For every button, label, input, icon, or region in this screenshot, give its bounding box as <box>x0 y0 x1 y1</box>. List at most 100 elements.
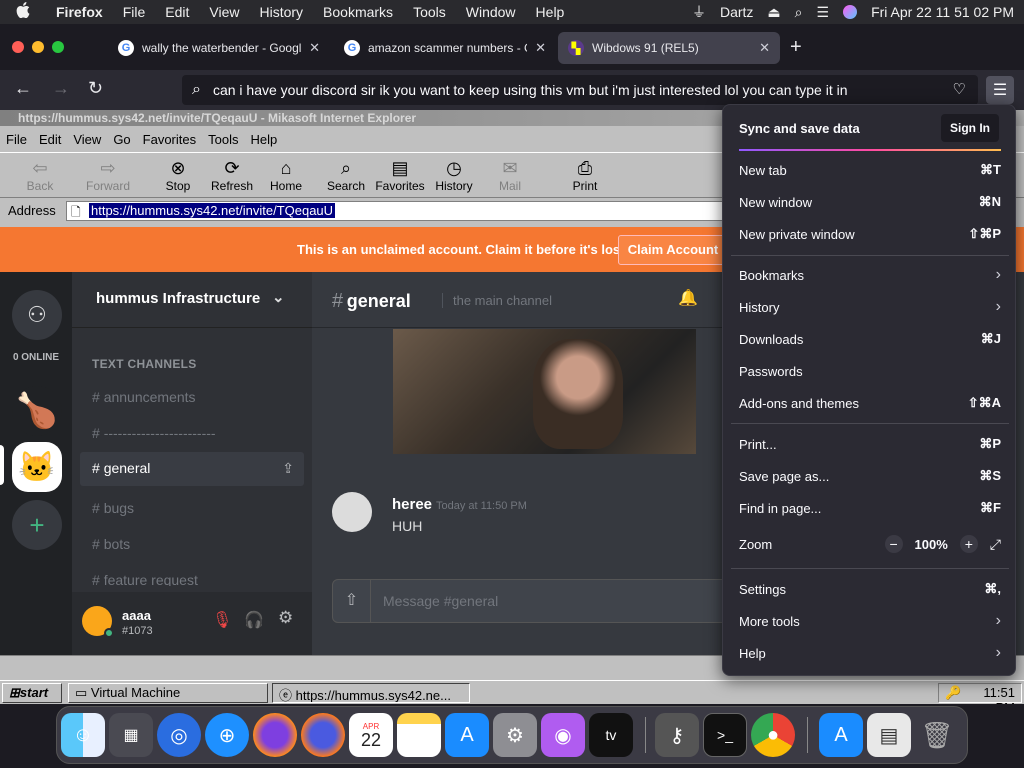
deafen-icon[interactable]: 🎧 <box>244 610 264 630</box>
tab-google-amazon[interactable]: G amazon scammer numbers - Go ✕ <box>334 32 556 64</box>
ie-menu-view[interactable]: View <box>67 132 107 147</box>
menu-new-tab[interactable]: New tab ⌘T <box>739 156 1001 184</box>
control-center-icon[interactable]: ☰ <box>817 4 830 21</box>
ie-forward-button[interactable]: ⇨ Forward <box>78 157 138 193</box>
menu-bookmarks[interactable]: Bookmarks › <box>739 261 1001 289</box>
app-menu-button[interactable]: ☰ <box>986 76 1014 104</box>
menu-save-page[interactable]: Save page as... ⌘S <box>739 462 1001 490</box>
minimize-window-button[interactable] <box>32 41 44 53</box>
friends-icon[interactable]: ⚇ <box>12 290 62 340</box>
menu-new-private-window[interactable]: New private window ⇧⌘P <box>739 220 1001 248</box>
safari-icon[interactable]: ⊕ <box>205 713 249 757</box>
apple-tv-icon[interactable]: tv <box>589 713 633 757</box>
menu-downloads[interactable]: Downloads ⌘J <box>739 325 1001 353</box>
menu-more-tools[interactable]: More tools › <box>739 607 1001 635</box>
apple-logo-icon[interactable] <box>0 2 46 22</box>
channel-divider[interactable]: # ------------------------ <box>92 425 216 441</box>
close-tab-icon[interactable]: ✕ <box>759 40 770 56</box>
finder-icon[interactable]: ☺ <box>61 713 105 757</box>
tab-wibdows[interactable]: ▚ Wibdows 91 (REL5) ✕ <box>558 32 780 64</box>
channel-general[interactable]: # general ⇪ <box>80 452 304 486</box>
chrome-icon[interactable]: ● <box>751 713 795 757</box>
ie-refresh-button[interactable]: ⟳ Refresh <box>202 157 262 193</box>
close-tab-icon[interactable]: ✕ <box>535 40 546 56</box>
settings-gear-icon[interactable]: ⚙ <box>278 608 293 628</box>
close-tab-icon[interactable]: ✕ <box>309 40 320 56</box>
menu-help[interactable]: Help › <box>739 639 1001 667</box>
zoom-in-button[interactable]: + <box>959 535 978 553</box>
menu-history[interactable]: History <box>249 4 313 20</box>
ie-favorites-button[interactable]: ▤ Favorites <box>370 157 430 193</box>
trash-icon[interactable]: 🗑 <box>915 713 959 757</box>
invite-icon[interactable]: ⇪ <box>282 460 294 477</box>
chromium-icon[interactable]: ◎ <box>157 713 201 757</box>
ie-menu-edit[interactable]: Edit <box>33 132 67 147</box>
vpn-icon[interactable]: ⏚ <box>692 2 706 22</box>
zoom-level[interactable]: 100% <box>915 537 948 552</box>
pocket-icon[interactable]: ♡ <box>953 80 966 98</box>
keychain-icon[interactable]: ⚷ <box>655 713 699 757</box>
bell-icon[interactable]: 🔔 <box>678 288 698 308</box>
claim-account-button[interactable]: Claim Account <box>618 235 728 265</box>
ie-menu-go[interactable]: Go <box>107 132 136 147</box>
fullscreen-icon[interactable]: ⤢ <box>990 536 1001 553</box>
menu-settings[interactable]: Settings ⌘, <box>739 575 1001 603</box>
app-store-icon[interactable]: A <box>445 713 489 757</box>
message-input-placeholder[interactable]: Message #general <box>383 593 498 609</box>
add-server-icon[interactable]: + <box>12 500 62 550</box>
server-chicken-icon[interactable]: 🍗 <box>12 386 62 436</box>
notes-icon[interactable] <box>397 713 441 757</box>
menu-edit[interactable]: Edit <box>155 4 199 20</box>
system-preferences-icon[interactable]: ⚙ <box>493 713 537 757</box>
terminal-icon[interactable]: >_ <box>703 713 747 757</box>
new-tab-plus-icon[interactable]: + <box>790 36 802 59</box>
menu-print[interactable]: Print... ⌘P <box>739 430 1001 458</box>
firefox-developer-icon[interactable] <box>301 713 345 757</box>
spotlight-icon[interactable]: ⌕ <box>795 4 803 21</box>
author-avatar[interactable] <box>332 492 372 532</box>
preview-document-icon[interactable]: ▤ <box>867 713 911 757</box>
forward-arrow-icon[interactable]: → <box>52 78 70 99</box>
menubar-clock[interactable]: Fri Apr 22 11 51 02 PM <box>871 4 1014 20</box>
task-ie[interactable]: ⓔ https://hummus.sys42.ne... <box>272 683 470 703</box>
zoom-window-button[interactable] <box>52 41 64 53</box>
firefox-icon[interactable] <box>253 713 297 757</box>
ie-back-button[interactable]: ⇦ Back <box>10 157 70 193</box>
ie-mail-button[interactable]: ✉ Mail <box>480 157 540 193</box>
menu-view[interactable]: View <box>199 4 249 20</box>
app-store-download-icon[interactable]: A <box>819 713 863 757</box>
channel-bots[interactable]: # bots <box>92 536 130 552</box>
channel-feature-request[interactable]: # feature request <box>92 572 198 586</box>
launchpad-icon[interactable]: ▦ <box>109 713 153 757</box>
eject-icon[interactable]: ⏏ <box>767 4 780 21</box>
channel-annuncements[interactable]: # annuncements <box>92 389 196 405</box>
ie-menu-favorites[interactable]: Favorites <box>137 132 202 147</box>
upload-icon[interactable]: ⇧ <box>333 580 371 622</box>
message-author[interactable]: heree <box>392 496 432 513</box>
menu-tools[interactable]: Tools <box>403 4 456 20</box>
address-text[interactable]: https://hummus.sys42.net/invite/TQeqauU <box>89 203 336 218</box>
menubar-user[interactable]: Dartz <box>720 4 753 20</box>
server-hummus-icon[interactable]: 🐱 <box>12 442 62 492</box>
back-arrow-icon[interactable]: ← <box>14 78 32 99</box>
reload-icon[interactable]: ↻ <box>88 78 103 99</box>
start-button[interactable]: ⊞start <box>2 683 62 703</box>
menu-bookmarks[interactable]: Bookmarks <box>313 4 403 20</box>
server-header[interactable]: hummus Infrastructure ⌄ <box>72 272 312 328</box>
menu-file[interactable]: File <box>113 4 156 20</box>
podcasts-icon[interactable]: ◉ <box>541 713 585 757</box>
message-composer[interactable]: ⇧ Message #general <box>332 579 732 623</box>
ie-search-button[interactable]: ⌕ Search <box>316 157 376 193</box>
message-image[interactable] <box>393 329 696 454</box>
menu-addons-themes[interactable]: Add-ons and themes ⇧⌘A <box>739 389 1001 417</box>
calendar-icon[interactable]: APR 22 <box>349 713 393 757</box>
mute-mic-icon[interactable]: 🎙 <box>212 610 232 630</box>
ie-history-button[interactable]: ◷ History <box>424 157 484 193</box>
siri-icon[interactable] <box>843 5 858 19</box>
ie-menu-help[interactable]: Help <box>244 132 283 147</box>
menu-history[interactable]: History › <box>739 293 1001 321</box>
menu-passwords[interactable]: Passwords <box>739 357 1001 385</box>
menu-app-firefox[interactable]: Firefox <box>46 4 113 20</box>
sign-in-button[interactable]: Sign In <box>941 114 999 142</box>
url-bar-text[interactable]: can i have your discord sir ik you want … <box>213 82 873 98</box>
